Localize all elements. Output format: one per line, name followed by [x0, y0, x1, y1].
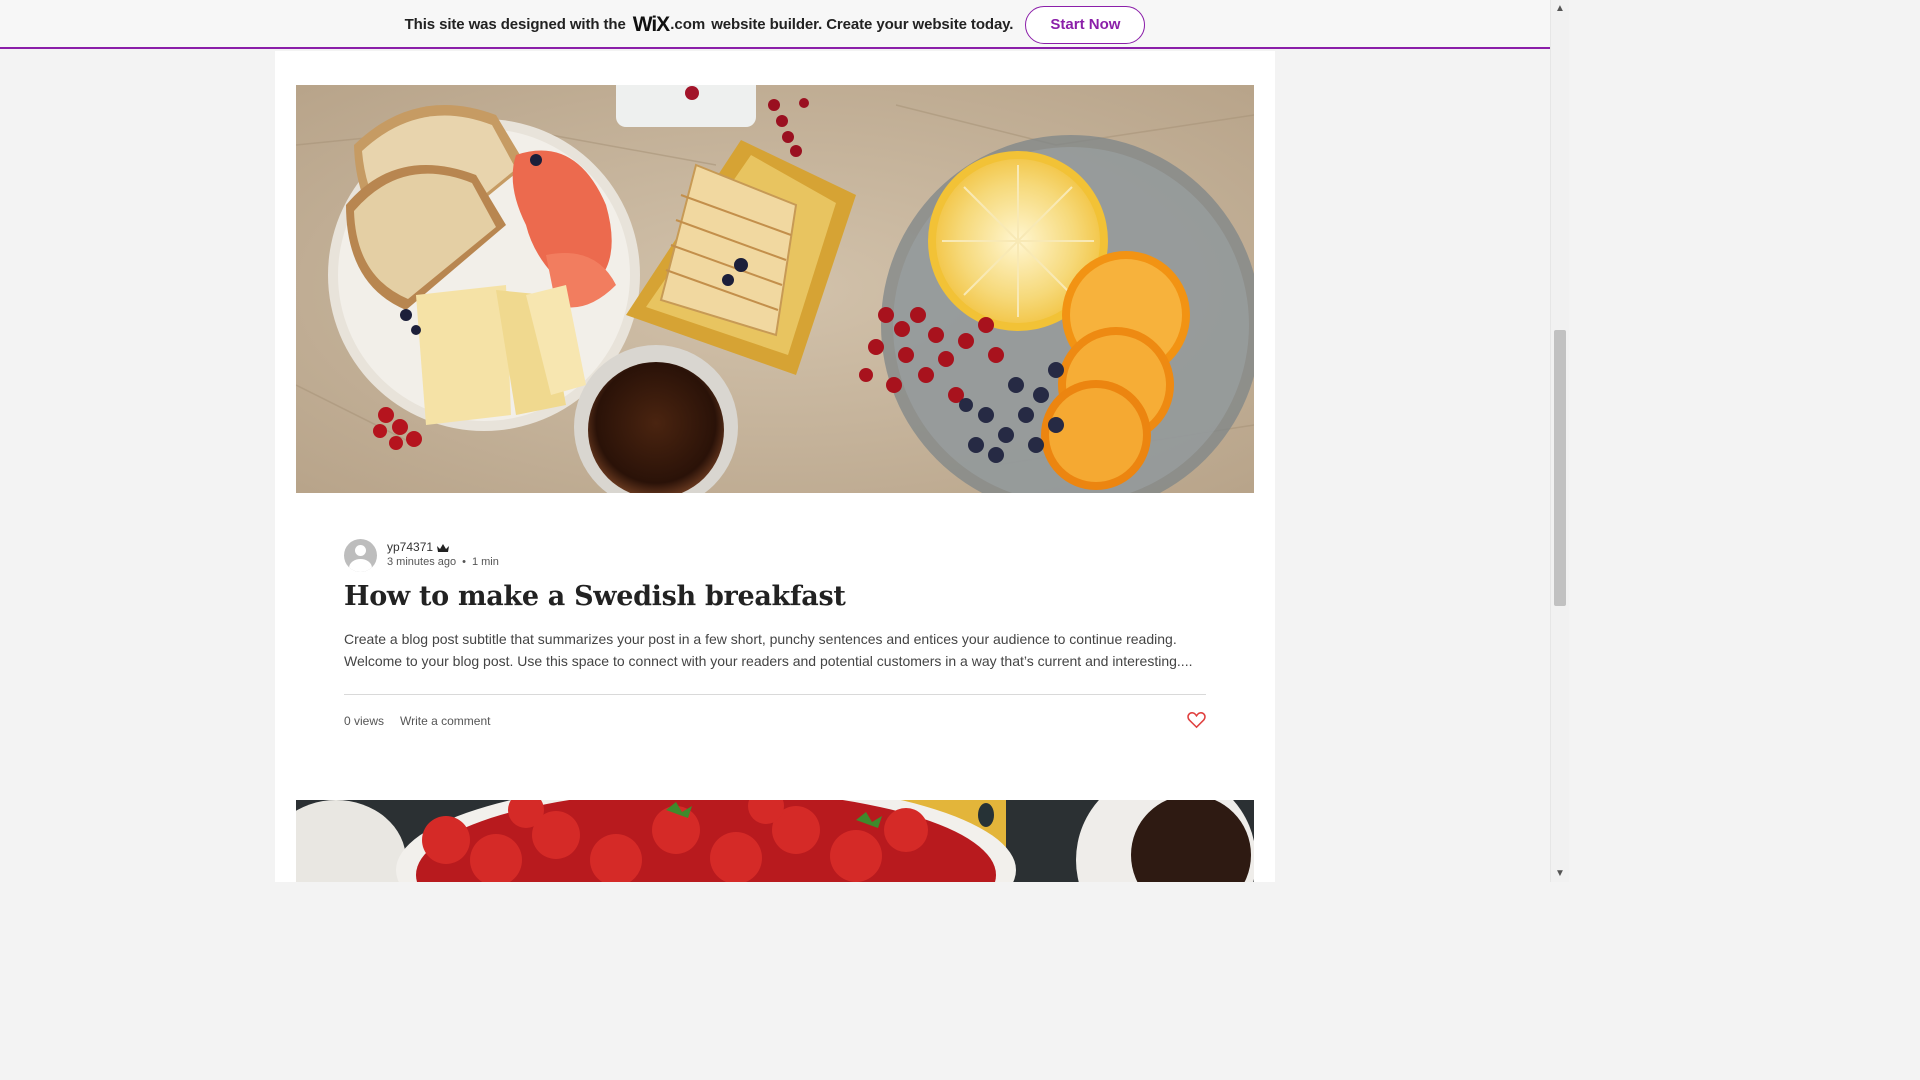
meta-text: yp74371 3 minutes ago • 1 min [387, 540, 499, 570]
post-title[interactable]: How to make a Swedish breakfast [344, 581, 1224, 612]
strawberries-photo [296, 800, 1254, 882]
banner-text-before: This site was designed with the [404, 16, 626, 33]
banner-content: This site was designed with the WiX .com… [0, 0, 1550, 49]
post-divider [344, 694, 1206, 695]
author-line: yp74371 [387, 540, 499, 555]
excerpt-line-2: Welcome to your blog post. Use this spac… [344, 652, 1193, 669]
scroll-thumb[interactable] [1554, 330, 1566, 606]
post-excerpt[interactable]: Create a blog post subtitle that summari… [344, 629, 1214, 672]
blog-feed-column: yp74371 3 minutes ago • 1 min How to mak… [275, 51, 1275, 882]
crown-icon [437, 543, 450, 552]
post-meta: yp74371 3 minutes ago • 1 min [344, 537, 499, 573]
read-time: 1 min [471, 556, 499, 568]
post-footer: 0 views Write a comment [344, 711, 1206, 731]
start-now-button[interactable]: Start Now [1025, 5, 1146, 44]
view-count: 0 views [344, 714, 385, 728]
author-name[interactable]: yp74371 [387, 540, 433, 555]
heart-icon[interactable] [1187, 711, 1206, 729]
author-avatar[interactable] [344, 538, 377, 572]
post-time: 3 minutes ago [387, 556, 457, 568]
wix-promo-banner: This site was designed with the WiX .com… [0, 0, 1550, 49]
scroll-down-icon[interactable]: ▼ [1551, 865, 1569, 882]
banner-text-after: website builder. Create your website tod… [711, 16, 1014, 33]
breakfast-photo [296, 85, 1254, 493]
scroll-up-icon[interactable]: ▲ [1551, 0, 1569, 17]
post-cover-image[interactable] [296, 85, 1254, 493]
page-scrollbar[interactable]: ▲ ▼ [1550, 0, 1569, 882]
separator-dot: • [462, 556, 466, 568]
wix-logo: WiX [632, 12, 670, 36]
next-post-cover-image[interactable] [296, 800, 1254, 882]
wix-logo-suffix: .com [670, 16, 706, 33]
post-info-line: 3 minutes ago • 1 min [387, 555, 499, 570]
write-comment-link[interactable]: Write a comment [400, 714, 490, 728]
excerpt-line-1: Create a blog post subtitle that summari… [344, 631, 1177, 647]
